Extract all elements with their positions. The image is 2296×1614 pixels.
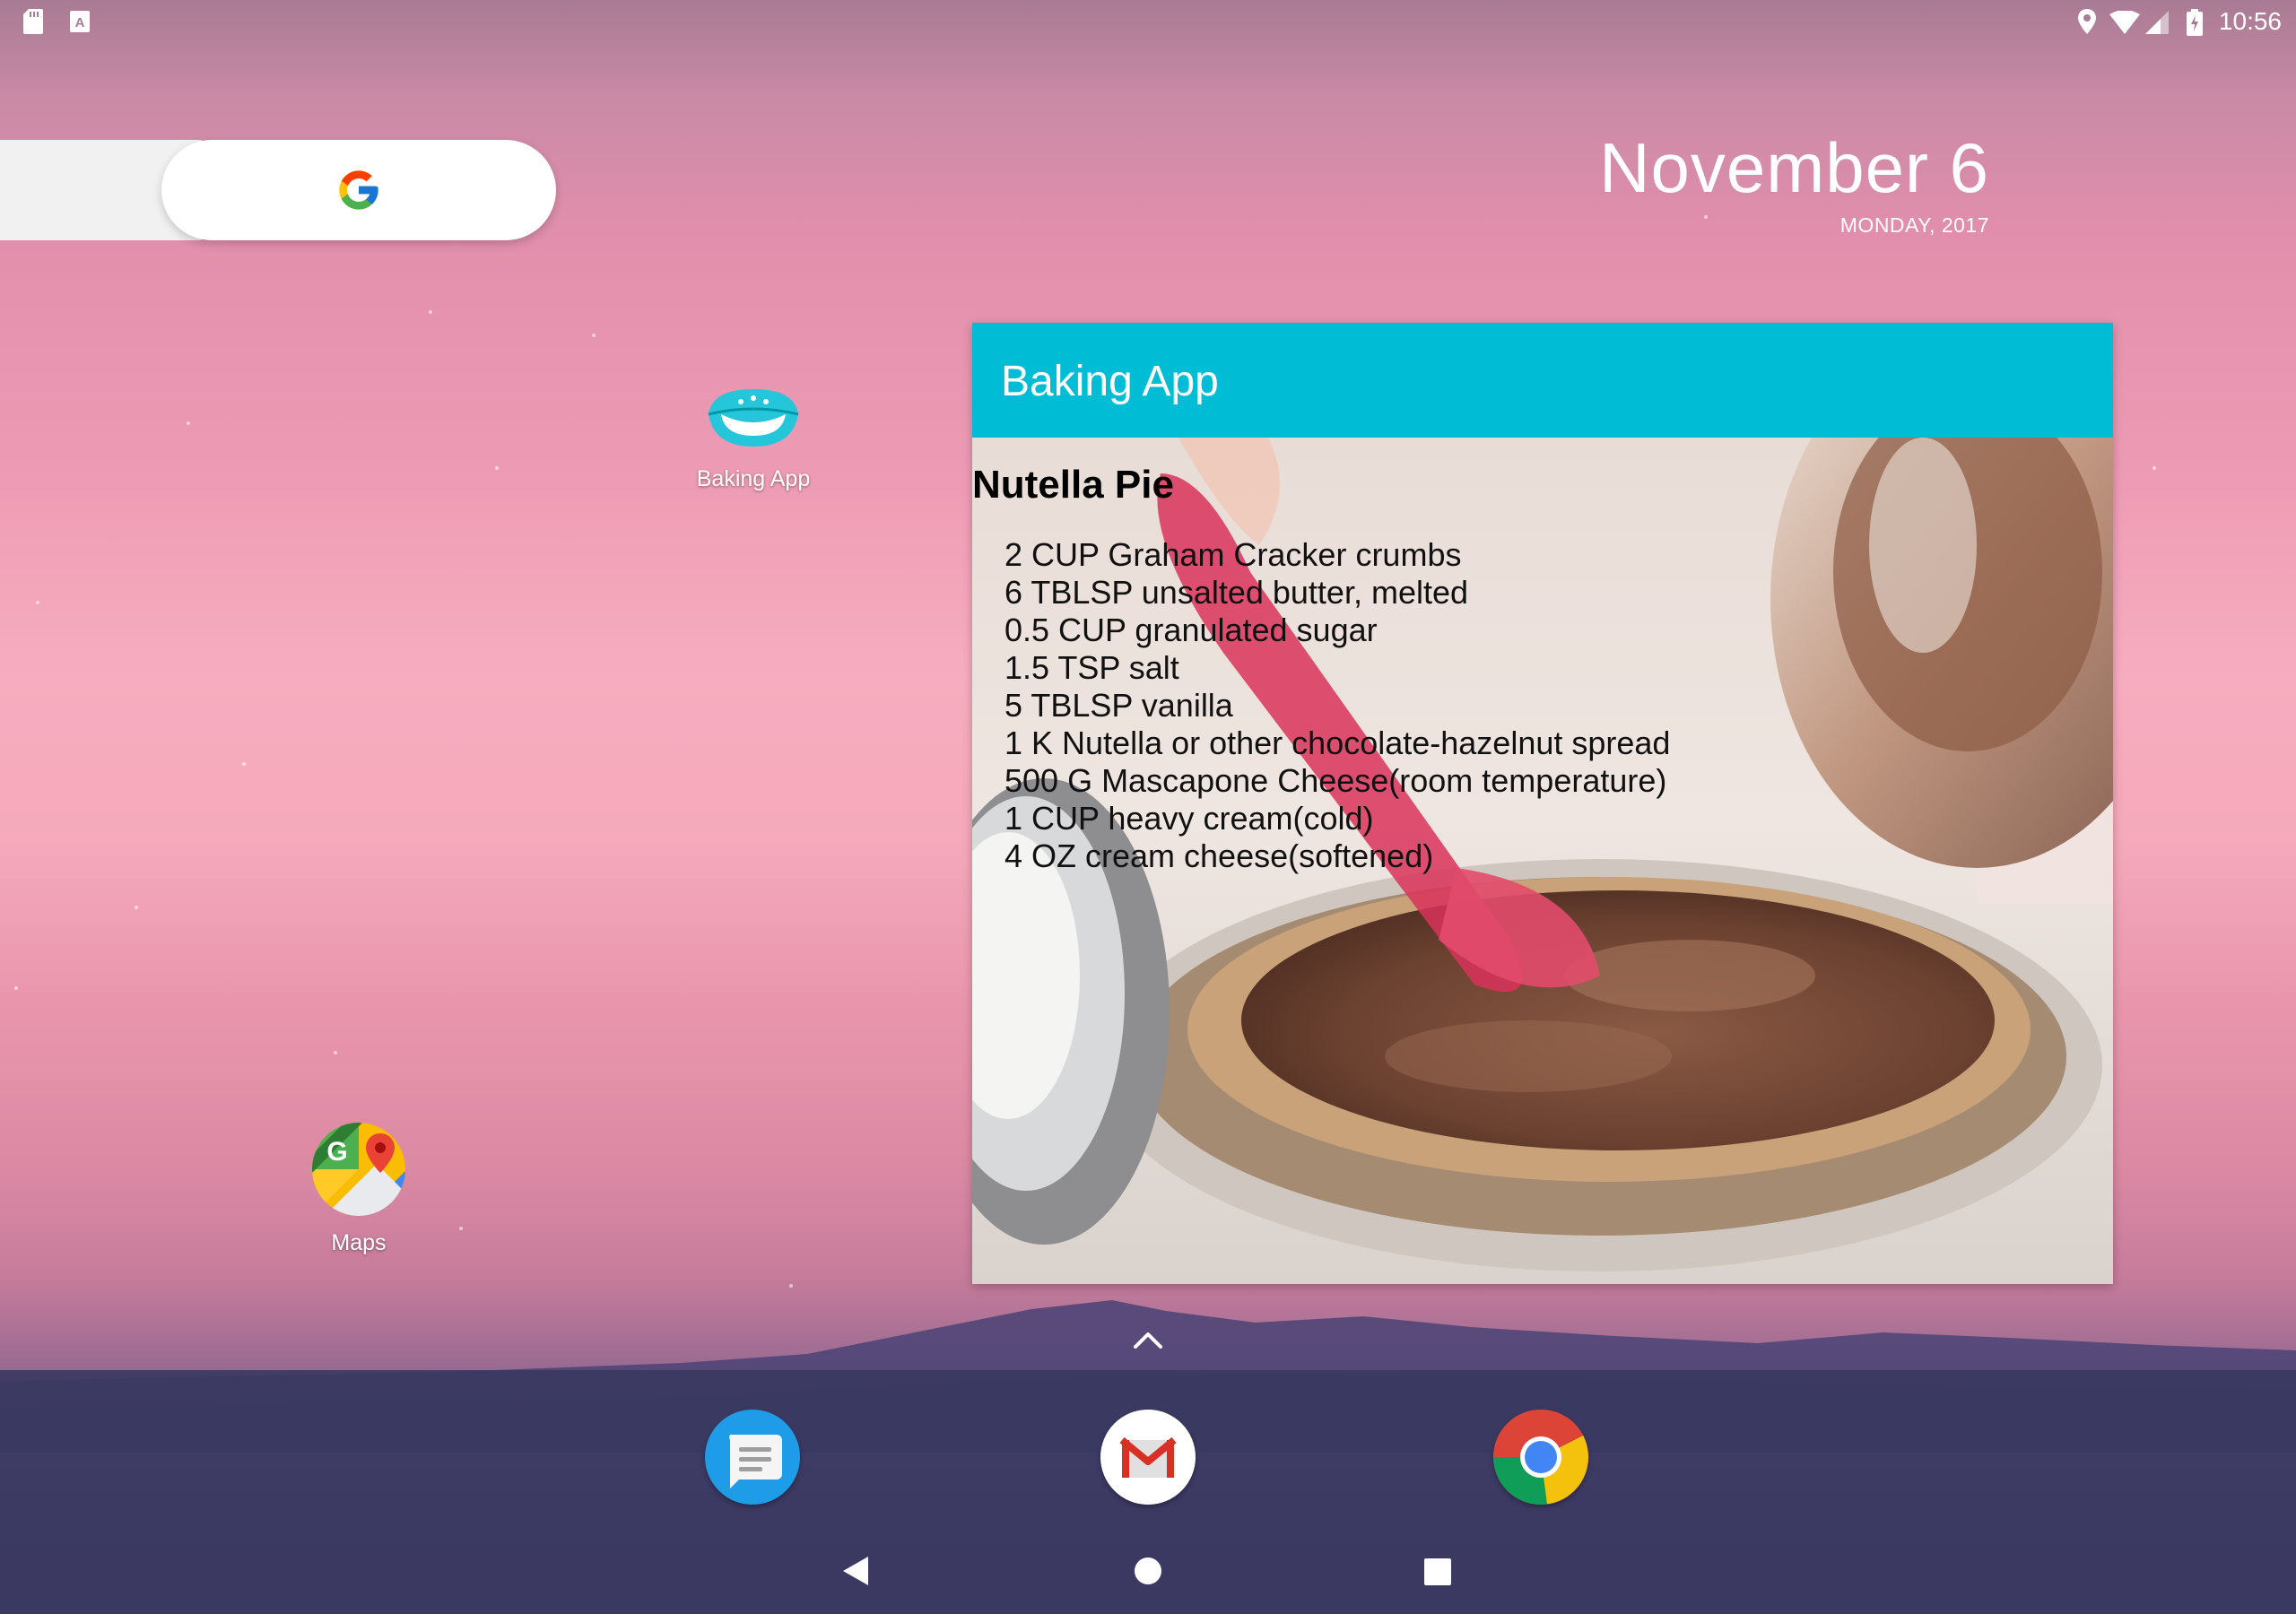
ingredient-item: 1.5 TSP salt <box>1004 649 1179 686</box>
baking-app-shortcut[interactable]: Baking App <box>664 377 843 492</box>
star <box>1704 215 1708 219</box>
ingredient-item: 500 G Mascapone Cheese(room temperature) <box>1004 762 1667 799</box>
widget-body[interactable]: Nutella Pie 2 CUP Graham Cracker crumbs … <box>972 438 2113 1284</box>
star <box>14 986 18 990</box>
maps-icon: G <box>312 1123 405 1216</box>
star <box>495 466 499 470</box>
star <box>36 601 39 604</box>
messages-icon[interactable] <box>705 1410 800 1505</box>
date-display[interactable]: November 6 <box>1599 127 1989 209</box>
recents-button[interactable] <box>1424 1558 1451 1585</box>
home-button[interactable] <box>1134 1557 1162 1585</box>
ingredient-list: 2 CUP Graham Cracker crumbs 6 TBLSP unsa… <box>1004 536 1670 875</box>
ingredient-item: 4 OZ cream cheese(softened) <box>1004 837 1434 874</box>
back-button[interactable] <box>839 1555 872 1587</box>
clock-time: 10:56 <box>2218 7 2282 35</box>
app-drawer-arrow-icon[interactable] <box>1132 1329 1164 1350</box>
recipe-name: Nutella Pie <box>972 463 1174 507</box>
svg-text:G: G <box>326 1137 347 1167</box>
maps-label: Maps <box>331 1230 387 1255</box>
widget-header[interactable]: Baking App <box>972 323 2113 438</box>
gmail-icon[interactable] <box>1100 1410 1196 1505</box>
signal-icon <box>2145 11 2169 34</box>
google-g-icon <box>339 170 378 210</box>
widget-title: Baking App <box>1001 358 1219 405</box>
wifi-icon <box>2109 11 2140 34</box>
ingredient-item: 2 CUP Graham Cracker crumbs <box>1004 536 1462 573</box>
star <box>135 906 138 909</box>
baking-app-widget[interactable]: Baking App Nutella Pie 2 CUP Graham Crac… <box>972 323 2113 1284</box>
star <box>242 762 246 766</box>
star <box>187 421 190 425</box>
star <box>429 310 432 314</box>
sd-card-icon <box>23 9 43 34</box>
ingredient-item: 6 TBLSP unsalted butter, melted <box>1004 574 1469 611</box>
svg-text:A: A <box>75 15 85 30</box>
baking-app-icon <box>708 389 799 447</box>
ingredient-item: 1 CUP heavy cream(cold) <box>1004 800 1374 837</box>
star <box>459 1227 463 1230</box>
star <box>592 334 596 337</box>
chrome-icon[interactable] <box>1493 1410 1588 1505</box>
star <box>2152 466 2156 470</box>
day-year-display[interactable]: MONDAY, 2017 <box>1840 213 1989 238</box>
baking-app-label: Baking App <box>696 466 811 491</box>
maps-shortcut[interactable]: G Maps <box>269 1121 448 1256</box>
star <box>334 1051 337 1054</box>
status-bar: A 10:56 <box>0 0 2296 43</box>
ingredient-item: 1 K Nutella or other chocolate-hazelnut … <box>1004 725 1671 761</box>
location-icon <box>2078 9 2096 34</box>
battery-charging-icon <box>2187 9 2203 36</box>
google-search-bar[interactable] <box>161 140 556 240</box>
ingredient-item: 0.5 CUP granulated sugar <box>1004 612 1378 648</box>
ingredient-item: 5 TBLSP vanilla <box>1004 687 1233 724</box>
keyboard-a-icon: A <box>70 11 90 32</box>
